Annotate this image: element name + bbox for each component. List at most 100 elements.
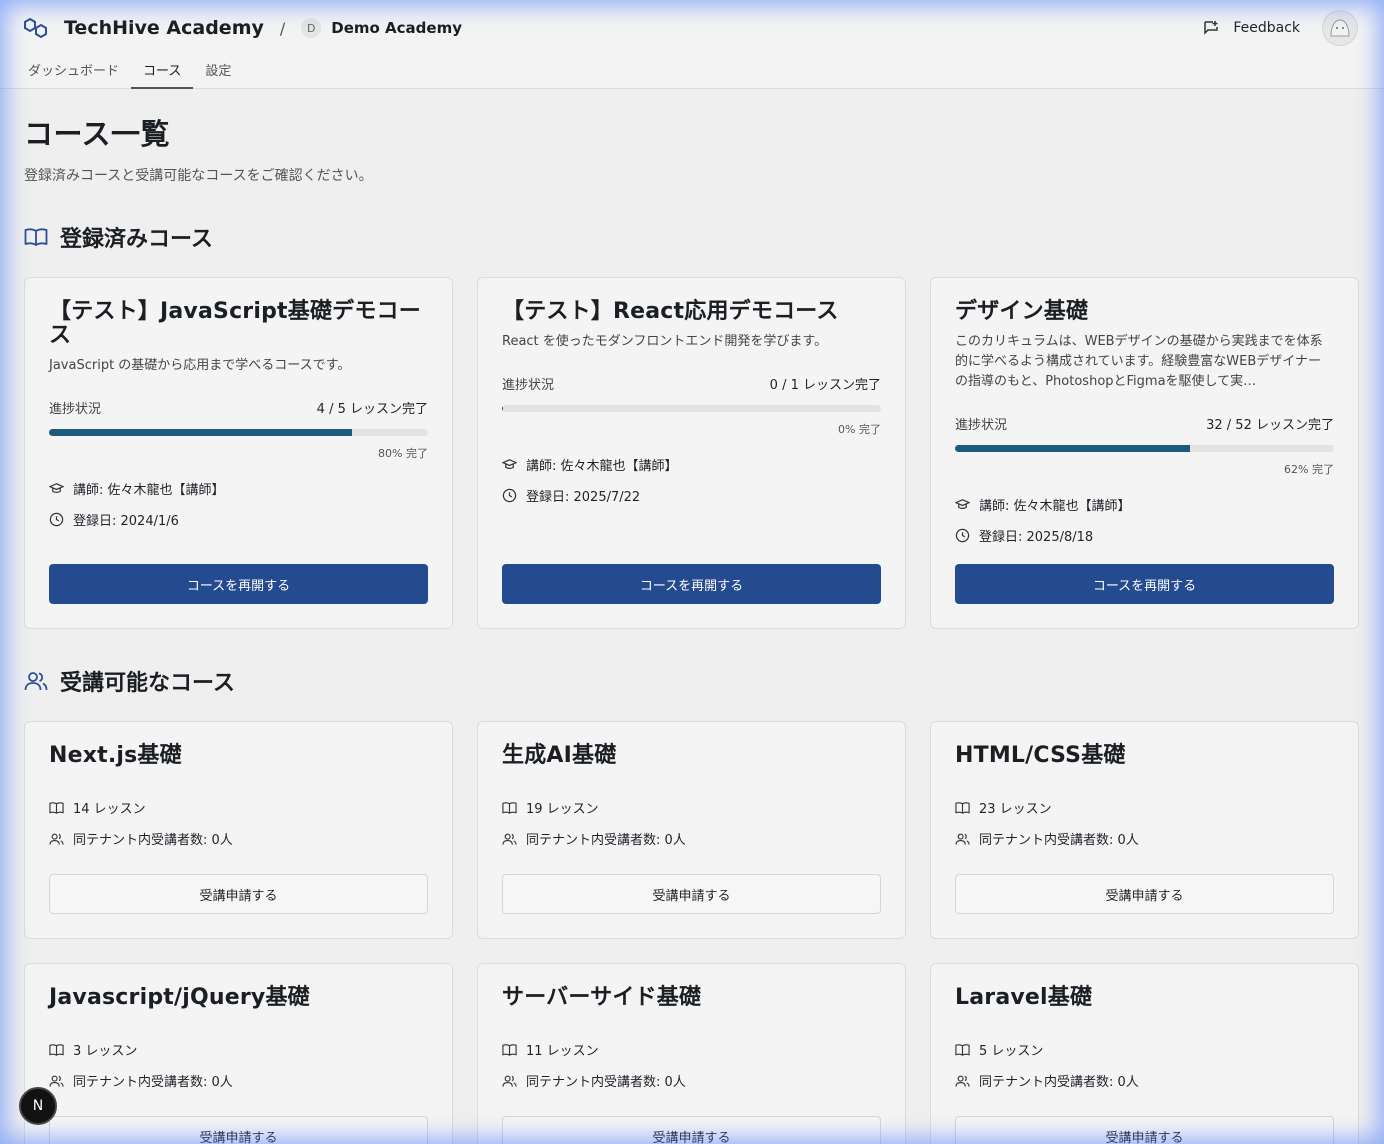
apply-course-button[interactable]: 受講申請する [502,874,881,914]
book-open-icon [24,228,48,246]
instructor-text: 講師: 佐々木龍也【講師】 [73,483,225,498]
course-description: JavaScript の基礎から応用まで学べるコースです。 [49,358,351,373]
nextjs-dev-badge[interactable]: N [19,1087,57,1125]
course-title: Next.js基礎 [49,743,182,768]
lesson-count-row: 19 レッスン [502,798,881,817]
course-title: Laravel基礎 [955,985,1093,1010]
learner-count-text: 同テナント内受講者数: 0人 [526,833,686,848]
resume-course-button[interactable]: コースを再開する [49,564,428,604]
book-icon [49,801,64,814]
course-title: デザイン基礎 [955,299,1089,324]
progress-count: 32 / 52 レッスン完了 [1206,418,1334,433]
available-course-card: HTML/CSS基礎 23 レッスン 同テナント内受講者数: 0人 受講申請する [930,721,1359,939]
clock-icon [502,488,517,503]
available-course-card: サーバーサイド基礎 11 レッスン 同テナント内受講者数: 0人 受講申請する [477,963,906,1144]
instructor-row: 講師: 佐々木龍也【講師】 [502,455,881,474]
enrolled-date-row: 登録日: 2024/1/6 [49,510,428,529]
resume-course-button[interactable]: コースを再開する [502,564,881,604]
instructor-text: 講師: 佐々木龍也【講師】 [526,459,678,474]
users-icon [955,1075,970,1087]
lesson-count-text: 5 レッスン [979,1044,1044,1059]
enrolled-course-grid: 【テスト】JavaScript基礎デモコース JavaScript の基礎から応… [24,277,1360,629]
graduation-cap-icon [955,499,970,509]
header-tools: Feedback [1203,10,1358,46]
course-title: HTML/CSS基礎 [955,743,1126,768]
tab-dashboard[interactable]: ダッシュボード [16,52,131,89]
top-header: TechHive Academy / D Demo Academy Feedba… [0,0,1384,89]
progress-bar [49,429,428,436]
enrolled-course-card: 【テスト】JavaScript基礎デモコース JavaScript の基礎から応… [24,277,453,629]
available-course-card: Next.js基礎 14 レッスン 同テナント内受講者数: 0人 受講申請する [24,721,453,939]
available-course-grid-row2: Javascript/jQuery基礎 3 レッスン 同テナント内受講者数: 0… [24,963,1360,1144]
page-title: コース一覧 [24,117,171,151]
tab-courses[interactable]: コース [131,52,194,89]
lesson-count-row: 3 レッスン [49,1040,428,1059]
lesson-count-text: 14 レッスン [73,802,146,817]
progress-header: 進捗状況 32 / 52 レッスン完了 [955,414,1334,433]
book-icon [49,1043,64,1056]
users-icon [502,833,517,845]
available-section-title: 受講可能なコース [60,671,235,696]
app-name[interactable]: TechHive Academy [64,17,264,39]
main-tabs: ダッシュボード コース 設定 [16,52,243,89]
graduation-cap-icon [49,483,64,493]
users-icon [49,1075,64,1087]
resume-course-button[interactable]: コースを再開する [955,564,1334,604]
course-title: サーバーサイド基礎 [502,985,702,1010]
learner-count-row: 同テナント内受講者数: 0人 [502,829,881,848]
apply-course-button[interactable]: 受講申請する [502,1116,881,1144]
enrolled-date-text: 登録日: 2024/1/6 [73,514,179,529]
enrolled-date-row: 登録日: 2025/8/18 [955,526,1334,545]
learner-count-text: 同テナント内受講者数: 0人 [979,1075,1139,1090]
course-title: 生成AI基礎 [502,743,617,768]
instructor-text: 講師: 佐々木龍也【講師】 [979,499,1131,514]
feedback-label: Feedback [1233,20,1300,36]
instructor-row: 講師: 佐々木龍也【講師】 [955,495,1334,514]
course-title: Javascript/jQuery基礎 [49,985,310,1010]
progress-percent: 62% 完了 [1284,463,1334,476]
brand-row: TechHive Academy / D Demo Academy [24,14,462,42]
learner-count-row: 同テナント内受講者数: 0人 [955,1071,1334,1090]
enrolled-course-card: 【テスト】React応用デモコース React を使ったモダンフロントエンド開発… [477,277,906,629]
apply-course-button[interactable]: 受講申請する [49,1116,428,1144]
progress-bar [955,445,1334,452]
progress-count: 4 / 5 レッスン完了 [316,402,428,417]
avatar-illustration-icon [1330,19,1350,37]
apply-course-button[interactable]: 受講申請する [955,1116,1334,1144]
clock-icon [49,512,64,527]
progress-bar-fill [49,429,353,436]
progress-bar-fill [502,405,504,412]
learner-count-row: 同テナント内受講者数: 0人 [49,1071,428,1090]
main-content: コース一覧 登録済みコースと受講可能なコースをご確認ください。 登録済みコース … [0,111,1384,1144]
progress-percent: 0% 完了 [838,423,881,436]
apply-course-button[interactable]: 受講申請する [955,874,1334,914]
learner-count-text: 同テナント内受講者数: 0人 [73,1075,233,1090]
user-avatar[interactable] [1322,10,1358,46]
feedback-icon [1204,21,1219,35]
course-description: このカリキュラムは、WEBデザインの基礎から実践までを体系的に学べるよう構成され… [955,334,1323,389]
instructor-row: 講師: 佐々木龍也【講師】 [49,479,428,498]
lesson-count-row: 5 レッスン [955,1040,1334,1059]
book-icon [502,801,517,814]
course-description: React を使ったモダンフロントエンド開発を学びます。 [502,334,828,349]
lesson-count-row: 23 レッスン [955,798,1334,817]
progress-label: 進捗状況 [502,378,555,393]
users-icon [502,1075,517,1087]
learner-count-text: 同テナント内受講者数: 0人 [73,833,233,848]
users-icon [24,672,48,691]
enrolled-date-row: 登録日: 2025/7/22 [502,486,881,505]
apply-course-button[interactable]: 受講申請する [49,874,428,914]
course-title: 【テスト】JavaScript基礎デモコース [49,299,421,348]
available-course-card: Laravel基礎 5 レッスン 同テナント内受講者数: 0人 受講申請する [930,963,1359,1144]
tab-settings[interactable]: 設定 [193,52,243,89]
book-icon [955,801,970,814]
org-name[interactable]: Demo Academy [331,19,462,37]
graduation-cap-icon [502,459,517,469]
available-course-card: Javascript/jQuery基礎 3 レッスン 同テナント内受講者数: 0… [24,963,453,1144]
feedback-button[interactable]: Feedback [1203,20,1300,36]
available-course-card: 生成AI基礎 19 レッスン 同テナント内受講者数: 0人 受講申請する [477,721,906,939]
breadcrumb-separator: / [279,18,286,38]
page-subtitle: 登録済みコースと受講可能なコースをご確認ください。 [24,168,373,184]
progress-percent: 80% 完了 [378,447,428,460]
book-icon [502,1043,517,1056]
